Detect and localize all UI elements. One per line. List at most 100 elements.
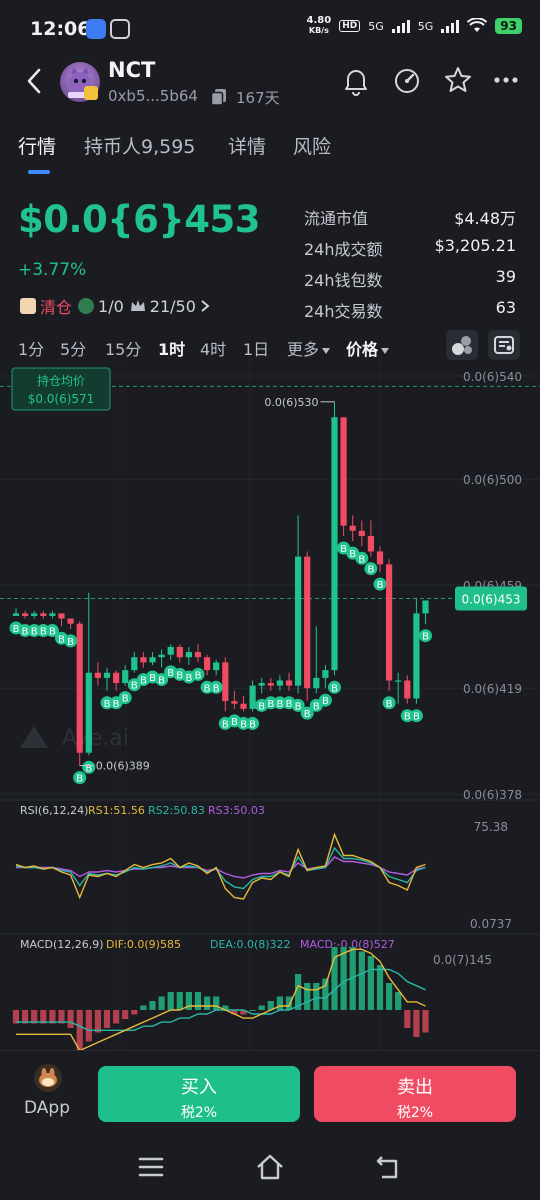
candle-body xyxy=(67,618,74,624)
high-price-label: 0.0(6)530 xyxy=(264,396,318,409)
signal-1-icon xyxy=(391,19,410,33)
buy-marker-label: B xyxy=(176,670,183,681)
candle-body xyxy=(94,672,101,678)
holder-tags: 清仓 1/0 21/50 xyxy=(20,294,210,318)
gauge-icon[interactable] xyxy=(391,64,423,96)
token-age: 167天 xyxy=(236,89,280,107)
macd-histogram-bar xyxy=(176,992,183,1010)
tab-risk[interactable]: 风险 xyxy=(293,132,331,159)
sell-button[interactable]: 卖出 税2% xyxy=(314,1066,516,1122)
interval-5m[interactable]: 5分 xyxy=(60,336,86,360)
money-bag-icon xyxy=(78,298,95,314)
status-bar: 12:06 4.80 KB/s HD 5G 5G 93 xyxy=(0,0,540,58)
buy-marker-label: B xyxy=(349,549,356,560)
candle-body xyxy=(58,613,65,619)
stat-label-wallets: 24h钱包数 xyxy=(304,271,383,290)
chart-settings-button[interactable] xyxy=(488,330,520,360)
candle-body xyxy=(395,680,402,682)
signal-1-label: 5G xyxy=(368,19,384,33)
buy-marker-label: B xyxy=(158,676,165,687)
buy-marker-label: B xyxy=(322,696,329,707)
tab-details[interactable]: 详情 xyxy=(228,132,266,159)
stat-value-wallets: 39 xyxy=(495,267,516,286)
more-icon[interactable] xyxy=(490,64,522,96)
buy-marker-label: B xyxy=(367,565,374,576)
tab-holders[interactable]: 持币人9,595 xyxy=(84,132,195,159)
bell-icon[interactable] xyxy=(340,64,372,96)
candle-body xyxy=(358,530,365,536)
y-axis-tick: 0.0(6)500 xyxy=(463,473,522,487)
candle-body xyxy=(213,662,220,671)
rsi-label: RSI(6,12,24) xyxy=(20,804,88,817)
buy-marker-label: B xyxy=(40,627,47,638)
current-price: $0.0{6}453 xyxy=(18,198,260,241)
indicator-toggle-button[interactable] xyxy=(446,330,478,360)
status-indicators: 4.80 KB/s HD 5G 5G 93 xyxy=(307,16,522,36)
battery-indicator: 93 xyxy=(495,18,522,34)
candle-body xyxy=(322,670,329,678)
home-icon[interactable] xyxy=(255,1152,285,1182)
status-time: 12:06 xyxy=(30,18,91,40)
buy-marker-label: B xyxy=(413,712,420,723)
candle-body xyxy=(49,613,56,616)
candle-body xyxy=(40,613,47,616)
candle-body xyxy=(140,657,147,663)
candle-body xyxy=(122,670,129,684)
hd-icon: HD xyxy=(339,20,361,32)
tab-active-indicator xyxy=(28,170,50,174)
back-arrow-icon[interactable] xyxy=(20,66,50,96)
macd-histogram-bar xyxy=(413,1010,420,1037)
signal-2-icon xyxy=(441,19,460,33)
interval-1m[interactable]: 1分 xyxy=(18,336,44,360)
macd-histogram-bar xyxy=(103,1010,111,1028)
macd-dif-label: DIF:0.0(9)585 xyxy=(106,938,181,951)
copy-icon[interactable] xyxy=(210,88,228,106)
buy-marker-label: B xyxy=(213,683,220,694)
buy-marker-label: B xyxy=(149,673,156,684)
menu-icon[interactable] xyxy=(136,1152,166,1182)
candle-body xyxy=(185,652,192,658)
macd-histogram-bar xyxy=(376,965,384,1010)
clear-position-tag[interactable]: 清仓 xyxy=(20,294,72,318)
chain-badge-icon xyxy=(84,86,98,100)
candle-body xyxy=(376,551,384,565)
candle-body xyxy=(258,683,265,686)
price-mode-select[interactable]: 价格 xyxy=(346,336,390,360)
interval-1d[interactable]: 1日 xyxy=(243,336,269,360)
candle-body xyxy=(76,623,83,753)
buy-marker-label: B xyxy=(204,683,211,694)
y-axis-tick: 0.0(6)540 xyxy=(463,370,522,384)
buy-marker-label: B xyxy=(140,676,147,687)
interval-1h[interactable]: 1时 xyxy=(158,336,185,360)
price-chart[interactable]: Ave.ai0.0(6)5400.0(6)5000.0(6)4590.0(6)4… xyxy=(0,360,540,1050)
star-icon[interactable] xyxy=(442,64,474,96)
pancake-icon[interactable] xyxy=(34,1064,62,1092)
buy-marker-label: B xyxy=(49,627,56,638)
token-name: NCT xyxy=(108,58,156,82)
macd-histogram-bar xyxy=(304,983,311,1010)
macd-histogram-bar xyxy=(258,1005,265,1010)
macd-histogram-bar xyxy=(276,996,283,1010)
low-price-label: 0.0(6)389 xyxy=(96,760,150,773)
dropdown-icon xyxy=(322,348,331,354)
interval-4h[interactable]: 4时 xyxy=(200,336,226,360)
candle-body xyxy=(331,417,338,671)
macd-histogram-bar xyxy=(194,992,202,1010)
buy-marker-label: B xyxy=(185,673,192,684)
buy-marker-label: B xyxy=(76,774,83,785)
macd-histogram-bar xyxy=(158,996,165,1010)
buy-button[interactable]: 买入 税2% xyxy=(98,1066,300,1122)
interval-15m[interactable]: 15分 xyxy=(105,336,141,360)
back-nav-icon[interactable] xyxy=(374,1152,404,1182)
buy-marker-label: B xyxy=(404,712,411,723)
rank-tag[interactable]: 21/50 xyxy=(130,297,210,316)
buy-marker-label: B xyxy=(231,717,238,728)
dapp-label[interactable]: DApp xyxy=(24,1098,70,1118)
interval-more[interactable]: 更多 xyxy=(287,336,331,360)
candle-body xyxy=(267,683,274,686)
tab-market[interactable]: 行情 xyxy=(18,132,56,159)
macd-histogram-bar xyxy=(358,951,365,1010)
candle-body xyxy=(386,564,393,681)
ratio-tag[interactable]: 1/0 xyxy=(78,297,124,316)
dropdown-icon xyxy=(381,348,390,354)
